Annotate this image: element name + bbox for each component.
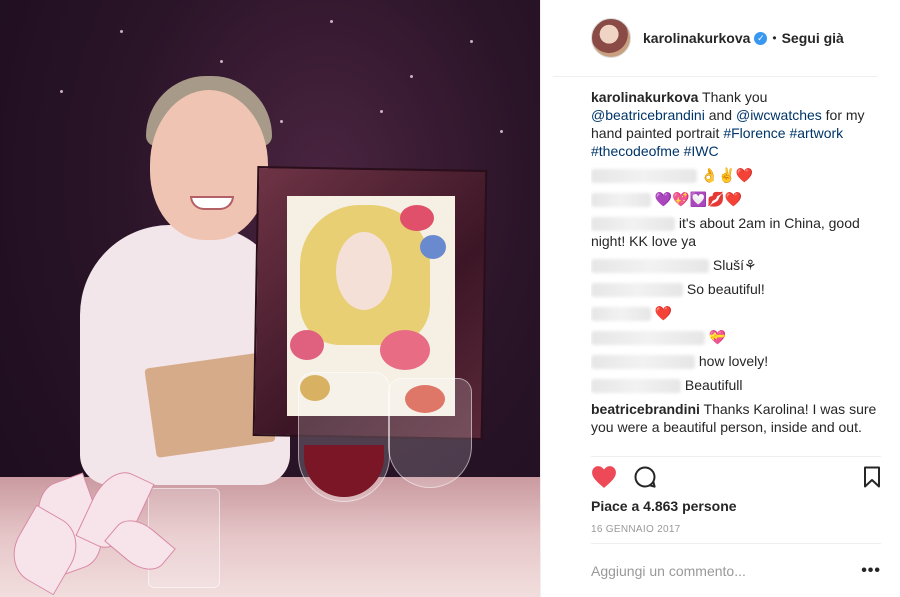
post-date: 16 GENNAIO 2017 [591, 524, 681, 535]
blurred-username[interactable] [591, 307, 651, 322]
caption-text: Thank you [698, 89, 768, 105]
header-separator: • [772, 31, 777, 45]
bookmark-icon[interactable] [863, 466, 881, 493]
comment-item: 💜💖💟💋❤️ [591, 190, 881, 208]
painted-face [336, 232, 392, 310]
comment-item: 👌✌️❤️ [591, 166, 881, 184]
comment-username[interactable]: beatricebrandini [591, 401, 700, 417]
wine-glass [388, 378, 472, 488]
hashtag-link[interactable]: #IWC [684, 143, 719, 159]
comment-input[interactable] [591, 562, 862, 579]
comment-item: ❤️ [591, 304, 881, 322]
painted-flower [400, 205, 434, 231]
comment-text: 💜💖💟💋❤️ [654, 191, 743, 207]
hashtag-link[interactable]: #thecodeofme [591, 143, 680, 159]
caption: karolinakurkova Thank you @beatricebrand… [591, 88, 881, 160]
post-header: karolinakurkova ✓ • Segui già [553, 0, 878, 77]
comment-item: beatricebrandini Thanks Karolina! I was … [591, 400, 881, 436]
blurred-username[interactable] [591, 331, 705, 346]
blurred-username[interactable] [591, 283, 683, 298]
comment-item: Sluší⚘ [591, 256, 881, 274]
caption-text: and [704, 107, 736, 123]
comment-item: So beautiful! [591, 280, 881, 298]
comment-icon[interactable] [633, 465, 657, 494]
comment-text: Beautifull [684, 377, 743, 393]
blurred-username[interactable] [591, 169, 697, 184]
blurred-username[interactable] [591, 355, 695, 370]
painted-flower [380, 330, 430, 370]
painted-flower [290, 330, 324, 360]
comment-text: 👌✌️❤️ [700, 167, 754, 183]
add-comment-bar: ••• [591, 543, 881, 597]
comment-item: Beautifull [591, 376, 881, 394]
comment-text: how lovely! [698, 353, 769, 369]
comment-item: it's about 2am in China, good night! KK … [591, 214, 881, 250]
hashtag-link[interactable]: #artwork [789, 125, 843, 141]
likes-count[interactable]: Piace a 4.863 persone [591, 498, 737, 514]
avatar[interactable] [591, 18, 631, 58]
caption-username[interactable]: karolinakurkova [591, 89, 698, 105]
mention-link[interactable]: @beatricebrandini [591, 107, 705, 123]
more-options-icon[interactable]: ••• [861, 562, 881, 580]
comment-item: how lovely! [591, 352, 881, 370]
blurred-username[interactable] [591, 193, 651, 208]
comment-item: 💝 [591, 328, 881, 346]
mention-link[interactable]: @iwcwatches [736, 107, 822, 123]
person-face [150, 90, 268, 240]
comment-text: ❤️ [654, 305, 673, 321]
painted-flower [420, 235, 446, 259]
action-bar [591, 456, 881, 502]
comment-text: So beautiful! [686, 281, 765, 297]
heart-icon[interactable] [591, 465, 617, 494]
verified-badge-icon: ✓ [754, 31, 768, 45]
instagram-post: karolinakurkova ✓ • Segui già karolinaku… [0, 0, 900, 597]
blurred-username[interactable] [591, 217, 675, 232]
header-username[interactable]: karolinakurkova [643, 30, 750, 46]
hashtag-link[interactable]: #Florence [723, 125, 785, 141]
blurred-username[interactable] [591, 259, 709, 274]
post-photo[interactable] [0, 0, 540, 597]
blurred-username[interactable] [591, 379, 681, 394]
comments-list[interactable]: karolinakurkova Thank you @beatricebrand… [591, 88, 881, 456]
post-side-panel: karolinakurkova ✓ • Segui già karolinaku… [540, 0, 900, 597]
comment-text: Sluší⚘ [712, 257, 757, 273]
follow-button[interactable]: Segui già [782, 30, 844, 46]
comment-text: 💝 [708, 329, 727, 345]
